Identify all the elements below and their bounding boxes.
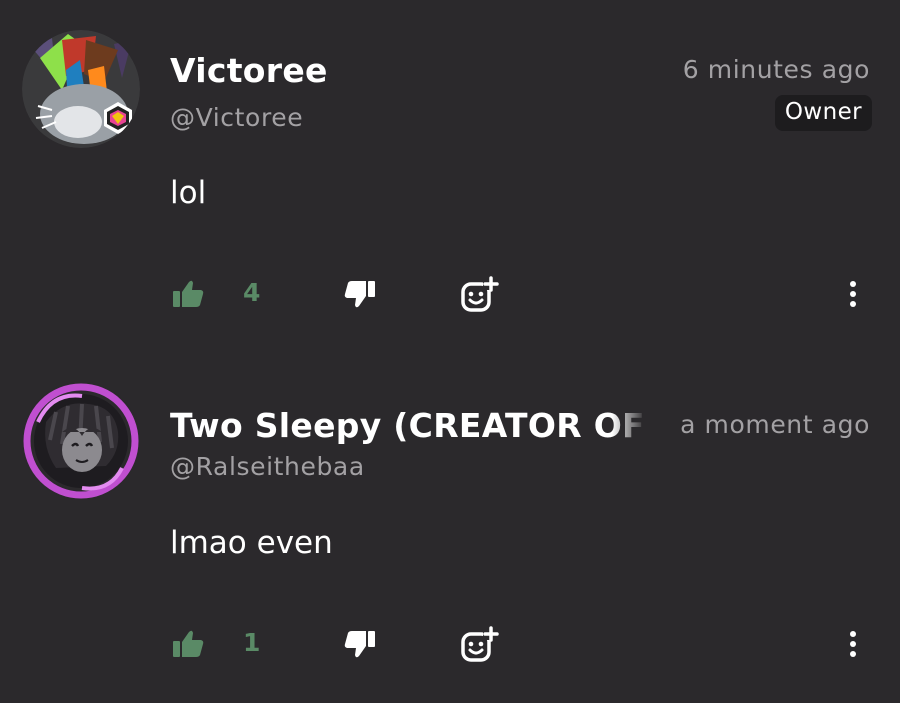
dislike-button[interactable] <box>340 274 380 314</box>
goat-avatar-icon <box>22 382 140 500</box>
cat-avatar-icon <box>22 30 140 148</box>
thumbs-down-icon <box>344 631 375 658</box>
add-reaction-icon <box>461 276 499 312</box>
add-reaction-icon <box>461 626 499 662</box>
add-reaction-button[interactable] <box>456 274 502 314</box>
avatar[interactable] <box>22 382 140 500</box>
author-handle[interactable]: @Victoree <box>170 103 303 132</box>
thumbs-up-icon <box>173 630 204 657</box>
author-name[interactable]: Two Sleepy (CREATOR OF TH <box>170 406 650 445</box>
author-name-fade <box>612 405 652 449</box>
comment-actions: 4 <box>0 274 900 314</box>
like-button[interactable] <box>168 274 208 314</box>
like-count: 4 <box>243 278 261 307</box>
author-name[interactable]: Victoree <box>170 51 328 90</box>
like-count: 1 <box>243 628 261 657</box>
timestamp: 6 minutes ago <box>682 55 870 84</box>
comment-actions: 1 <box>0 624 900 664</box>
add-reaction-button[interactable] <box>456 624 502 664</box>
like-button[interactable] <box>168 624 208 664</box>
more-vertical-icon <box>850 281 856 307</box>
dislike-button[interactable] <box>340 624 380 664</box>
comment-card: Victoree @Victoree 6 minutes ago Owner l… <box>0 0 900 350</box>
avatar[interactable] <box>22 30 140 148</box>
comment-card: Two Sleepy (CREATOR OF TH @Ralseithebaa … <box>0 350 900 703</box>
thumbs-down-icon <box>344 281 375 308</box>
thumbs-up-icon <box>173 280 204 307</box>
owner-badge: Owner <box>774 95 872 131</box>
comment-text: lol <box>170 175 207 211</box>
more-options-button[interactable] <box>838 624 868 664</box>
comment-text: lmao even <box>170 525 333 561</box>
more-options-button[interactable] <box>838 274 868 314</box>
author-handle[interactable]: @Ralseithebaa <box>170 452 365 481</box>
more-vertical-icon <box>850 631 856 657</box>
timestamp: a moment ago <box>680 410 870 439</box>
